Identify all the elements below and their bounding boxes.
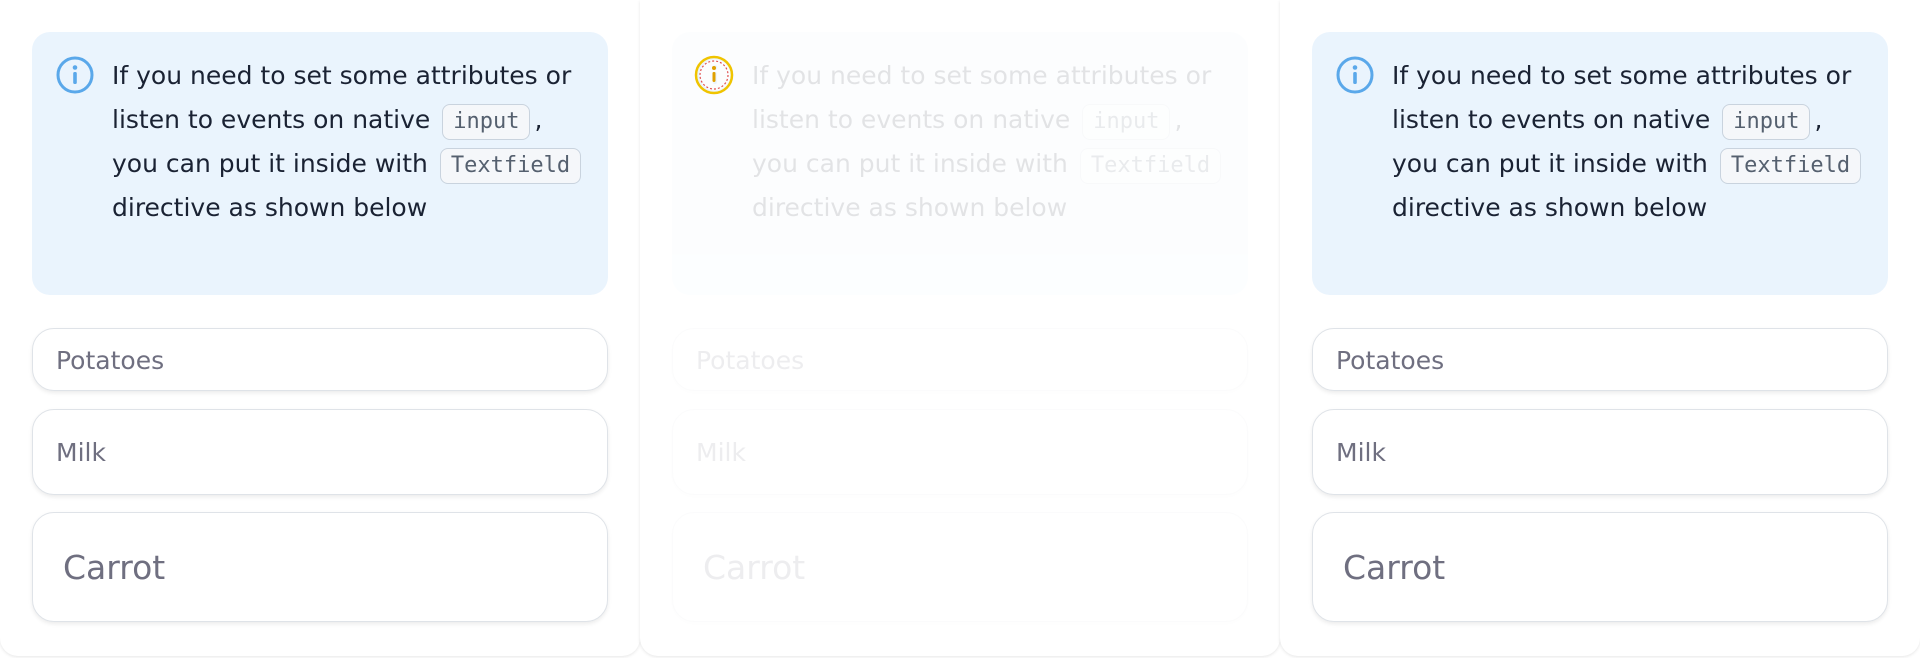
textfield-potatoes[interactable]: Potatoes	[32, 328, 608, 391]
textfield-value: Milk	[696, 438, 746, 467]
textfield-carrot[interactable]: Carrot	[32, 512, 608, 622]
code-textfield: Textfield	[1719, 148, 1862, 184]
textfield-milk[interactable]: Milk	[32, 409, 608, 495]
textfield-potatoes[interactable]: Potatoes	[1312, 328, 1888, 391]
textfield-value: Potatoes	[56, 346, 165, 375]
textfield-carrot[interactable]: Carrot	[672, 512, 1248, 622]
demo-panel-3: If you need to set some attributes or li…	[1280, 0, 1920, 656]
textfield-value: Potatoes	[696, 346, 805, 375]
code-input: input	[1722, 104, 1811, 140]
callout-text-part-3: directive as shown below	[1392, 193, 1708, 222]
info-callout: If you need to set some attributes or li…	[1312, 32, 1888, 295]
callout-text: If you need to set some attributes or li…	[112, 54, 592, 230]
info-icon	[1336, 56, 1374, 94]
textfield-milk[interactable]: Milk	[672, 409, 1248, 495]
textfield-value: Carrot	[1343, 548, 1446, 587]
code-input: input	[442, 104, 531, 140]
textfield-value: Milk	[56, 438, 106, 467]
textfield-value: Milk	[1336, 438, 1386, 467]
callout-text-part-3: directive as shown below	[752, 193, 1068, 222]
info-callout: If you need to set some attributes or li…	[32, 32, 608, 295]
code-textfield: Textfield	[1079, 148, 1222, 184]
callout-text: If you need to set some attributes or li…	[752, 54, 1232, 230]
demo-panel-2: If you need to set some attributes or li…	[640, 0, 1280, 656]
textfield-milk[interactable]: Milk	[1312, 409, 1888, 495]
code-input: input	[1082, 104, 1171, 140]
textfield-value: Potatoes	[1336, 346, 1445, 375]
textfield-potatoes[interactable]: Potatoes	[672, 328, 1248, 391]
focus-indicator-icon	[694, 55, 734, 95]
textfield-value: Carrot	[703, 548, 806, 587]
textfield-value: Carrot	[63, 548, 166, 587]
textfield-carrot[interactable]: Carrot	[1312, 512, 1888, 622]
info-callout: If you need to set some attributes or li…	[672, 32, 1248, 295]
callout-text-part-3: directive as shown below	[112, 193, 428, 222]
demo-panel-1: If you need to set some attributes or li…	[0, 0, 640, 656]
info-icon	[56, 56, 94, 94]
code-textfield: Textfield	[439, 148, 582, 184]
callout-text: If you need to set some attributes or li…	[1392, 54, 1872, 230]
